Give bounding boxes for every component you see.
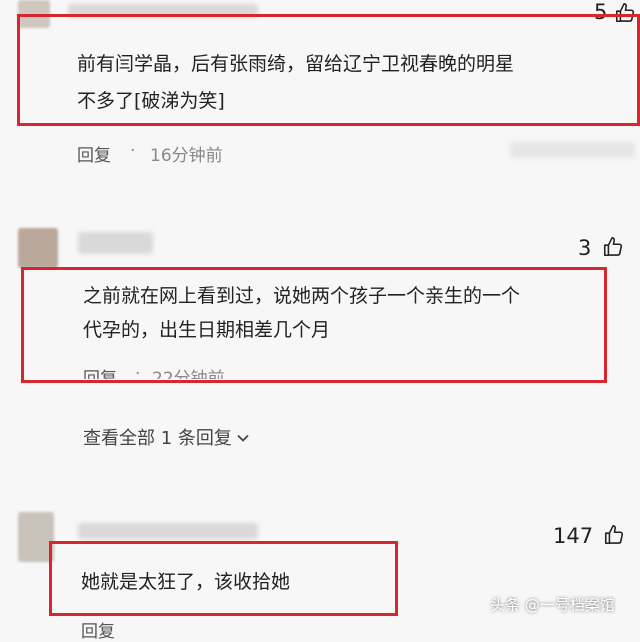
comment-text: 前有闫学晶，后有张雨绮，留给辽宁卫视春晚的明星	[77, 53, 515, 75]
thumbs-up-icon[interactable]	[602, 236, 624, 258]
username[interactable]	[78, 523, 258, 539]
comment-text: 不多了[破涕为笑]	[77, 90, 225, 112]
separator-dot: ·	[130, 141, 136, 161]
comment-text: 代孕的，出生日期相差几个月	[83, 319, 331, 341]
expand-replies-label: 查看全部 1 条回复	[83, 428, 232, 449]
reply-button[interactable]: 回复	[81, 617, 115, 642]
watermark: 头条 @一号档案馆	[490, 596, 615, 614]
chevron-down-icon	[237, 434, 249, 442]
expand-replies-link[interactable]: 查看全部 1 条回复	[83, 424, 250, 450]
username[interactable]	[78, 232, 153, 254]
comment-text: 之前就在网上看到过，说她两个孩子一个亲生的一个	[83, 285, 521, 307]
reply-button[interactable]: 回复	[83, 364, 117, 379]
reply-button[interactable]: 回复	[77, 141, 111, 166]
timestamp: 16分钟前	[150, 146, 223, 166]
like-count: 3	[578, 236, 592, 260]
avatar[interactable]	[18, 228, 58, 268]
comment-text: 她就是太狂了，该收拾她	[81, 571, 291, 593]
blurred-content	[510, 142, 635, 158]
like-count: 147	[553, 524, 594, 548]
thumbs-up-icon[interactable]	[603, 524, 625, 546]
timestamp: 22分钟前	[152, 369, 225, 389]
